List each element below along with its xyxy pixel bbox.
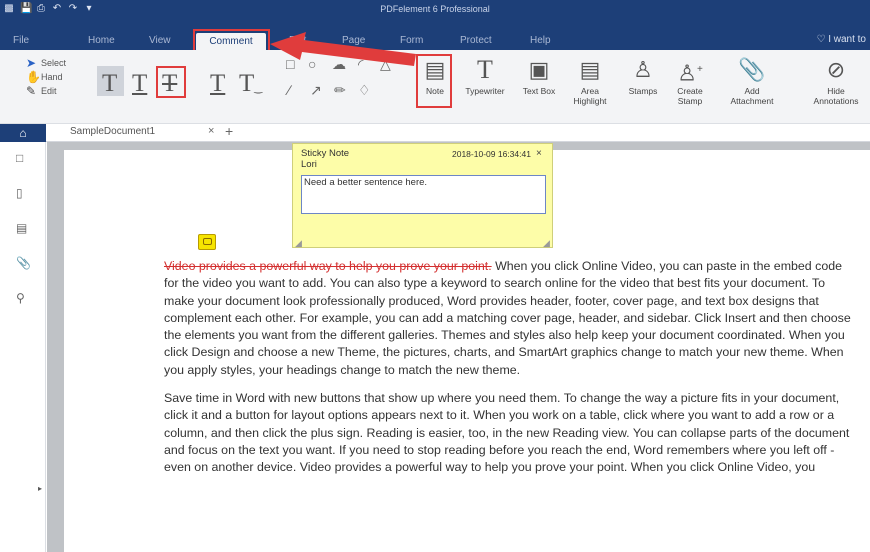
edit-tool[interactable]: ✎ Edit [26,84,66,98]
comment-highlight-box [193,29,270,52]
paperclip-icon: 📎 [738,57,766,82]
thumbnails-icon[interactable]: □ [16,151,23,165]
hide-annotations-tool[interactable]: ⊘ Hide Annotations [808,57,864,107]
home-icon: ⌂ [19,126,27,140]
paragraph-1-text: When you click Online Video, you can pas… [164,259,851,377]
pointer-arrow [270,32,416,66]
typewriter-tool[interactable]: T Typewriter [458,55,512,97]
paragraph-2: Save time in Word with new buttons that … [164,391,850,475]
search-hint[interactable]: ♡ I want to [816,34,866,45]
select-tool[interactable]: ➤ Select [26,56,66,70]
hand-tool-label: Hand [41,72,63,82]
menu-bar: File Home View Comment Edit Page Form Pr… [0,20,870,52]
eraser-icon[interactable]: ♢ [358,82,371,99]
hide-annotations-label-2: Annotations [813,96,859,106]
menu-file[interactable]: File [13,35,29,46]
add-attachment-label-2: Attachment [730,96,774,106]
expand-panel-icon[interactable]: ▸ [38,484,42,493]
strikethrough-highlight-box [156,66,186,98]
menu-view[interactable]: View [149,35,171,46]
sticky-note-close-icon[interactable]: × [536,148,542,159]
insert-text-icon[interactable]: T‿ [239,70,262,98]
underline-text-icon[interactable]: T [132,70,147,98]
sticky-note-textarea[interactable] [301,175,546,214]
add-attachment-tool[interactable]: 📎 Add Attachment [727,57,777,107]
replace-text-icon[interactable]: T [210,70,225,98]
sticky-note-author: Lori [301,159,317,170]
menu-home[interactable]: Home [88,35,115,46]
strikethrough-text[interactable]: Video provides a powerful way to help yo… [164,259,492,273]
sticky-note-title: Sticky Note [301,148,350,159]
line-icon[interactable]: ∕ [288,82,290,98]
area-highlight-label-2: Highlight [573,96,607,106]
attachments-icon[interactable]: 📎 [16,256,31,270]
cursor-icon: ➤ [26,56,37,70]
resize-grip-left-icon[interactable]: ◢ [295,238,302,249]
create-stamp-icon: ♙+ [677,60,703,86]
add-tab-icon[interactable]: + [225,123,233,139]
add-attachment-label-1: Add [744,86,760,96]
area-highlight-label-1: Area [581,86,599,96]
navigation-tools: ➤ Select ✋ Hand ✎ Edit [26,56,66,98]
close-tab-icon[interactable]: × [208,125,214,137]
create-stamp-label-1: Create [677,86,703,96]
sticky-note-date: 2018-10-09 16:34:41 [452,149,531,159]
stamp-icon: ♙ [633,57,653,82]
stamps-label: Stamps [628,86,658,96]
text-box-icon: ▣ [528,57,550,82]
home-tab-button[interactable]: ⌂ [0,124,46,142]
create-stamp-tool[interactable]: ♙+ Create Stamp [670,58,710,106]
document-body: Video provides a powerful way to help yo… [164,258,854,488]
document-tab-bar: ⌂ SampleDocument1 × + [0,123,870,142]
comment-ribbon: ➤ Select ✋ Hand ✎ Edit T T T T T‿ □ ○ ☁ ◜ △… [0,50,870,124]
edit-icon: ✎ [26,84,37,98]
resize-grip-right-icon[interactable]: ◢ [543,238,550,249]
area-highlight-icon: ▤ [579,57,601,82]
typewriter-label: Typewriter [465,86,505,96]
search-icon: ♡ [816,34,826,45]
arrow-icon[interactable]: ↗ [310,82,322,99]
left-sidebar: □ ▯ ▤ 📎 ⚲ ▸ [0,142,46,552]
menu-help[interactable]: Help [530,35,551,46]
hand-icon: ✋ [26,70,41,84]
sticky-note-annotation-icon[interactable] [198,234,216,250]
typewriter-icon: T [477,55,493,84]
stamps-tool[interactable]: ♙ Stamps [625,57,661,97]
search-hint-label: I want to [828,34,866,45]
select-tool-label: Select [41,58,67,68]
document-tab[interactable]: SampleDocument1 [70,126,155,137]
edit-tool-label: Edit [41,86,57,96]
window-title: PDFelement 6 Professional [380,4,490,14]
search-panel-icon[interactable]: ⚲ [16,291,25,305]
hand-tool[interactable]: ✋ Hand [26,70,66,84]
comments-icon[interactable]: ▤ [16,221,27,235]
bookmarks-icon[interactable]: ▯ [16,186,23,200]
sticky-note-popup[interactable]: Sticky Note Lori 2018-10-09 16:34:41 × ◢… [292,143,553,248]
hide-annotations-label-1: Hide [827,86,845,96]
pencil-icon[interactable]: ✏ [334,82,346,99]
menu-protect[interactable]: Protect [460,35,492,46]
text-box-label: Text Box [522,86,556,96]
paragraph-1: Video provides a powerful way to help yo… [164,258,854,379]
highlight-text-icon[interactable]: T [102,70,117,98]
area-highlight-tool[interactable]: ▤ Area Highlight [566,57,614,107]
title-bar: ▩ 💾 ⎙ ↶ ↷ ▾ PDFelement 6 Professional [0,0,870,20]
text-box-tool[interactable]: ▣ Text Box [515,57,563,97]
create-stamp-label-2: Stamp [677,96,703,106]
hide-annotations-icon: ⊘ [826,57,846,82]
